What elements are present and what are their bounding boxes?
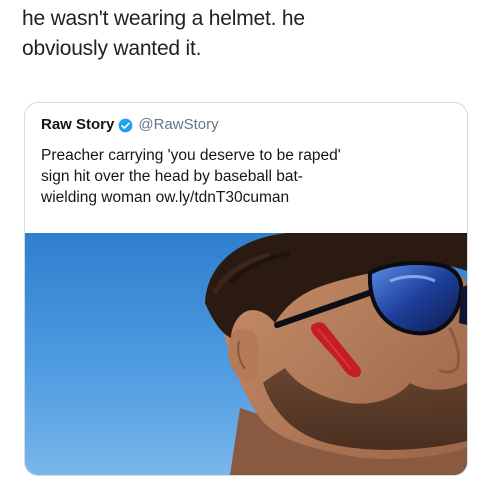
tweet-photo[interactable] <box>25 233 467 475</box>
embedded-tweet-card[interactable]: Raw Story @RawStory Preacher carrying 'y… <box>24 102 468 476</box>
author-handle[interactable]: @RawStory <box>138 115 218 135</box>
man-with-sunglasses-photo <box>25 233 467 475</box>
author-name[interactable]: Raw Story <box>41 115 114 135</box>
tweet-text-line-2: sign hit over the head by baseball bat- <box>41 168 303 185</box>
tweet-text-line-3[interactable]: wielding woman ow.ly/tdnT30cuman <box>41 187 451 208</box>
tweet-text: Preacher carrying 'you deserve to be rap… <box>41 145 451 208</box>
tweet-header: Raw Story @RawStory <box>41 115 219 135</box>
verified-badge-icon <box>118 118 133 133</box>
tweet-text-line-1: Preacher carrying 'you deserve to be rap… <box>41 147 341 164</box>
caption-line-2: obviously wanted it. <box>22 37 202 60</box>
meme-caption: he wasn't wearing a helmet. he obviously… <box>22 4 472 64</box>
caption-line-1: he wasn't wearing a helmet. he <box>22 7 305 30</box>
